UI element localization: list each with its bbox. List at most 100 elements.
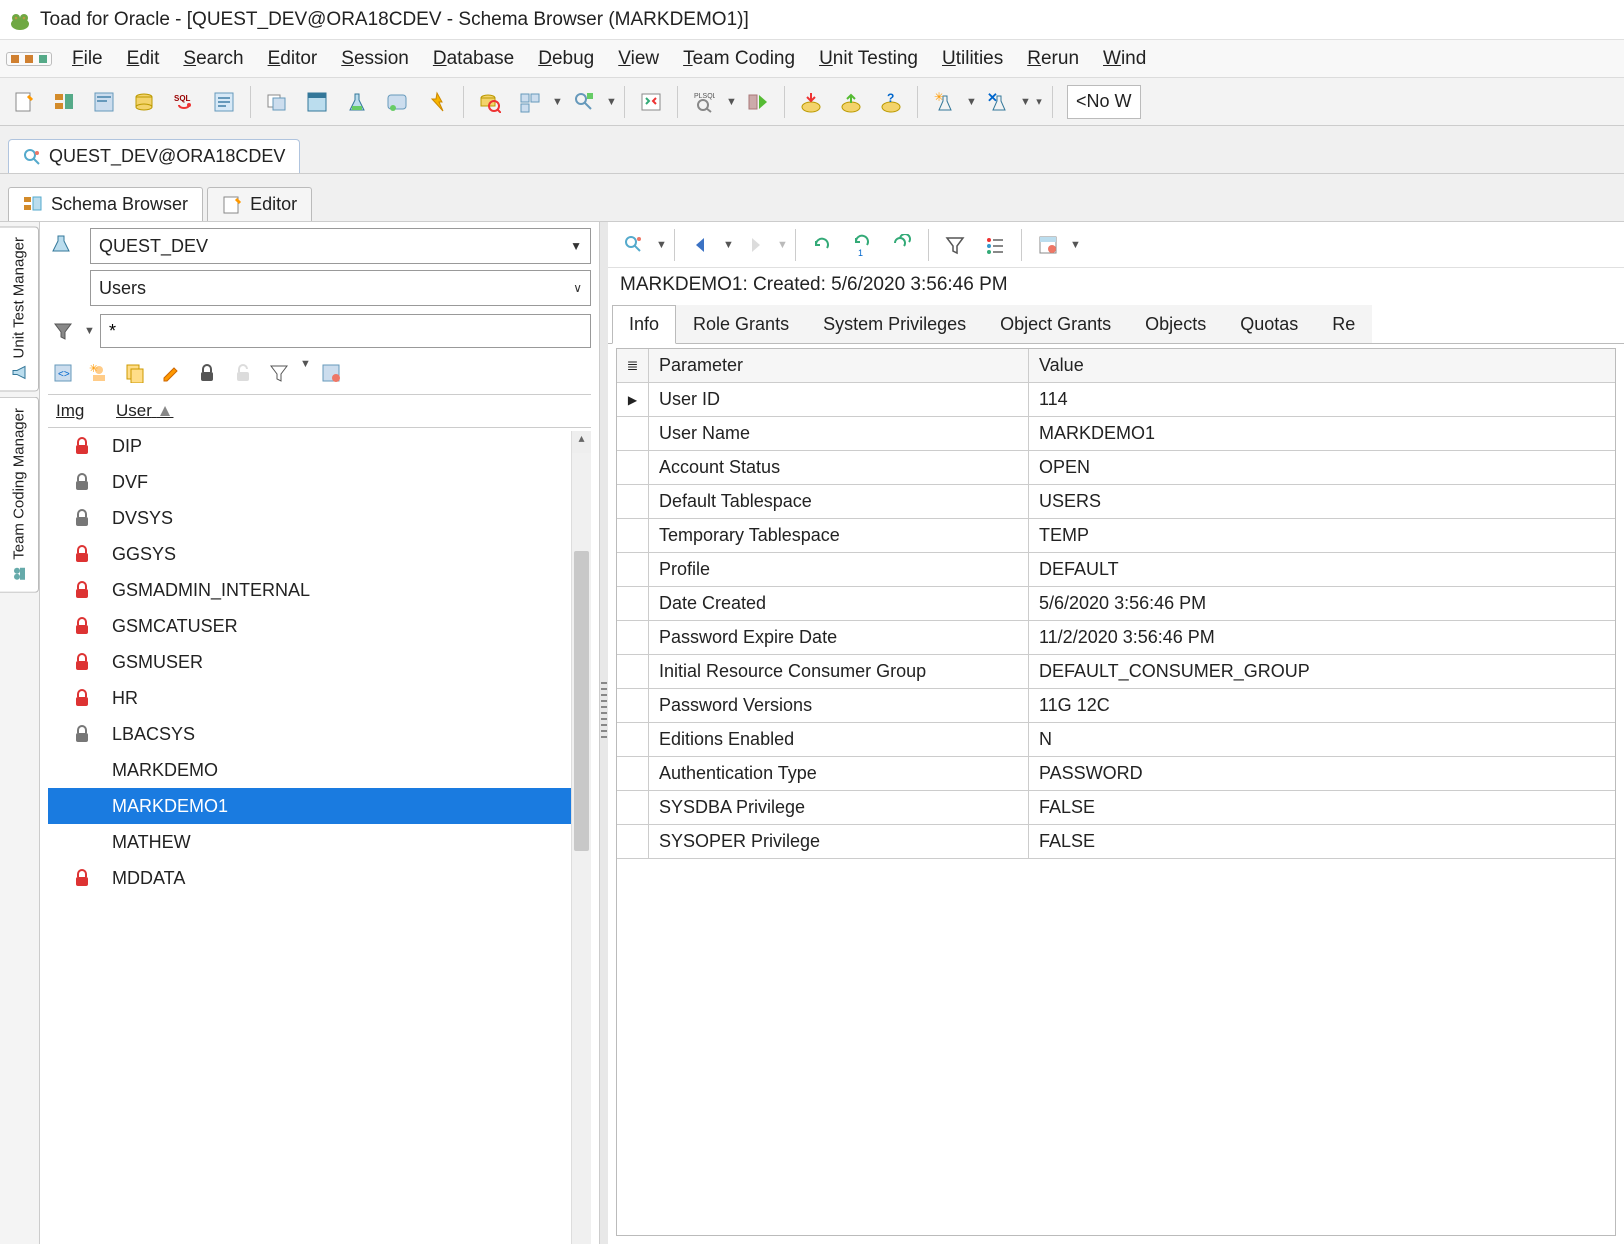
parameter-row[interactable]: Initial Resource Consumer GroupDEFAULT_C… bbox=[617, 655, 1615, 689]
parameter-row[interactable]: Password Expire Date11/2/2020 3:56:46 PM bbox=[617, 621, 1615, 655]
dropdown-arrow-icon[interactable]: ▼ bbox=[606, 96, 616, 108]
tab-object-grants[interactable]: Object Grants bbox=[983, 305, 1128, 343]
new-file-button[interactable] bbox=[6, 84, 42, 120]
refresh-connection-icon[interactable] bbox=[616, 227, 652, 263]
parameter-row[interactable]: Editions EnabledN bbox=[617, 723, 1615, 757]
new-user-button[interactable]: ✳ bbox=[84, 358, 114, 388]
rollback-button[interactable] bbox=[833, 84, 869, 120]
describe-button[interactable] bbox=[206, 84, 242, 120]
run-button[interactable] bbox=[740, 84, 776, 120]
user-row[interactable]: MDDATA bbox=[48, 860, 591, 896]
parameter-row[interactable]: SYSOPER PrivilegeFALSE bbox=[617, 825, 1615, 859]
script-button[interactable]: <> bbox=[48, 358, 78, 388]
user-row[interactable]: MARKDEMO1 bbox=[48, 788, 591, 824]
object-type-dropdown[interactable]: Users ∨ bbox=[90, 270, 591, 306]
menu-edit[interactable]: Edit bbox=[115, 44, 172, 73]
db-help-button[interactable]: ? bbox=[873, 84, 909, 120]
parameter-row[interactable]: Account StatusOPEN bbox=[617, 451, 1615, 485]
dropdown-arrow-icon[interactable]: ▾ bbox=[1034, 95, 1044, 108]
user-row[interactable]: LBACSYS bbox=[48, 716, 591, 752]
col-header-img[interactable]: Img bbox=[48, 395, 108, 427]
window-list-button[interactable] bbox=[259, 84, 295, 120]
dropdown-arrow-icon[interactable]: ▼ bbox=[1070, 239, 1080, 251]
vtab-team-coding-manager[interactable]: Team Coding Manager bbox=[0, 397, 39, 593]
menu-unit-testing[interactable]: Unit Testing bbox=[807, 44, 930, 73]
tab-info[interactable]: Info bbox=[612, 305, 676, 344]
col-header-value[interactable]: Value bbox=[1029, 349, 1615, 382]
tab-re[interactable]: Re bbox=[1315, 305, 1372, 343]
filter-button[interactable] bbox=[937, 227, 973, 263]
tab-objects[interactable]: Objects bbox=[1128, 305, 1223, 343]
user-row[interactable]: GGSYS bbox=[48, 536, 591, 572]
workspace-selector[interactable]: <No W bbox=[1067, 85, 1141, 119]
menubar-handle-icon[interactable] bbox=[6, 52, 52, 66]
list-view-button[interactable] bbox=[977, 227, 1013, 263]
dropdown-arrow-icon[interactable]: ▼ bbox=[726, 96, 736, 108]
filter-input[interactable] bbox=[100, 314, 591, 348]
output-button[interactable] bbox=[379, 84, 415, 120]
flask-start-icon[interactable] bbox=[46, 228, 76, 258]
parameter-row[interactable]: User ID114 bbox=[617, 383, 1615, 417]
tab-role-grants[interactable]: Role Grants bbox=[676, 305, 806, 343]
tablespace-button[interactable] bbox=[512, 84, 548, 120]
parameter-row[interactable]: Authentication TypePASSWORD bbox=[617, 757, 1615, 791]
refresh1-button[interactable]: 1 bbox=[844, 227, 880, 263]
parameter-row[interactable]: Password Versions11G 12C bbox=[617, 689, 1615, 723]
filter-button[interactable] bbox=[264, 358, 294, 388]
dropdown-arrow-icon[interactable]: ▼ bbox=[84, 325, 94, 337]
tab-quotas[interactable]: Quotas bbox=[1223, 305, 1315, 343]
tab-system-privileges[interactable]: System Privileges bbox=[806, 305, 983, 343]
dropdown-arrow-icon[interactable]: ▼ bbox=[300, 358, 310, 388]
editor-button[interactable] bbox=[86, 84, 122, 120]
menu-debug[interactable]: Debug bbox=[526, 44, 606, 73]
lock-user-button[interactable] bbox=[192, 358, 222, 388]
db-icon-button[interactable] bbox=[126, 84, 162, 120]
parameter-row[interactable]: Default TablespaceUSERS bbox=[617, 485, 1615, 519]
filter-funnel-icon[interactable] bbox=[48, 316, 78, 346]
col-header-user[interactable]: User ▲ bbox=[108, 395, 591, 427]
user-row[interactable]: DVSYS bbox=[48, 500, 591, 536]
unlock-user-button[interactable] bbox=[228, 358, 258, 388]
tab-editor[interactable]: Editor bbox=[207, 187, 312, 221]
menu-file[interactable]: File bbox=[60, 44, 115, 73]
flask-button[interactable] bbox=[339, 84, 375, 120]
search-db-button[interactable] bbox=[472, 84, 508, 120]
schema-dropdown[interactable]: QUEST_DEV ▼ bbox=[90, 228, 591, 264]
menu-team-coding[interactable]: Team Coding bbox=[671, 44, 807, 73]
grid-settings-button[interactable] bbox=[1030, 227, 1066, 263]
parameter-row[interactable]: SYSDBA PrivilegeFALSE bbox=[617, 791, 1615, 825]
menu-session[interactable]: Session bbox=[329, 44, 421, 73]
session-browser-button[interactable] bbox=[299, 84, 335, 120]
menu-editor[interactable]: Editor bbox=[256, 44, 330, 73]
user-row[interactable]: MATHEW bbox=[48, 824, 591, 860]
user-row[interactable]: DVF bbox=[48, 464, 591, 500]
parameter-row[interactable]: ProfileDEFAULT bbox=[617, 553, 1615, 587]
parameter-row[interactable]: Temporary TablespaceTEMP bbox=[617, 519, 1615, 553]
schema-browser-button[interactable] bbox=[46, 84, 82, 120]
scrollbar[interactable]: ▴ bbox=[571, 431, 591, 1244]
tab-schema-browser[interactable]: Schema Browser bbox=[8, 187, 203, 221]
dropdown-arrow-icon[interactable]: ▼ bbox=[777, 239, 787, 251]
row-marker-header[interactable] bbox=[617, 349, 649, 382]
user-row[interactable]: DIP bbox=[48, 428, 591, 464]
menu-database[interactable]: Database bbox=[421, 44, 526, 73]
user-row[interactable]: GSMADMIN_INTERNAL bbox=[48, 572, 591, 608]
menu-wind[interactable]: Wind bbox=[1091, 44, 1158, 73]
menu-view[interactable]: View bbox=[606, 44, 671, 73]
compare-button[interactable] bbox=[633, 84, 669, 120]
delete-flask-button[interactable]: ✕ bbox=[980, 84, 1016, 120]
execute-button[interactable] bbox=[419, 84, 455, 120]
user-row[interactable]: GSMUSER bbox=[48, 644, 591, 680]
grid-options-button[interactable] bbox=[316, 358, 346, 388]
parameter-row[interactable]: Date Created5/6/2020 3:56:46 PM bbox=[617, 587, 1615, 621]
plsql-probe-button[interactable] bbox=[566, 84, 602, 120]
col-header-parameter[interactable]: Parameter bbox=[649, 349, 1029, 382]
dropdown-arrow-icon[interactable]: ▼ bbox=[723, 239, 733, 251]
connection-tab[interactable]: QUEST_DEV@ORA18CDEV bbox=[8, 139, 300, 173]
menu-search[interactable]: Search bbox=[171, 44, 255, 73]
user-row[interactable]: HR bbox=[48, 680, 591, 716]
dropdown-arrow-icon[interactable]: ▼ bbox=[656, 239, 666, 251]
clone-user-button[interactable] bbox=[120, 358, 150, 388]
user-row[interactable]: MARKDEMO bbox=[48, 752, 591, 788]
splitter[interactable] bbox=[600, 222, 608, 1244]
